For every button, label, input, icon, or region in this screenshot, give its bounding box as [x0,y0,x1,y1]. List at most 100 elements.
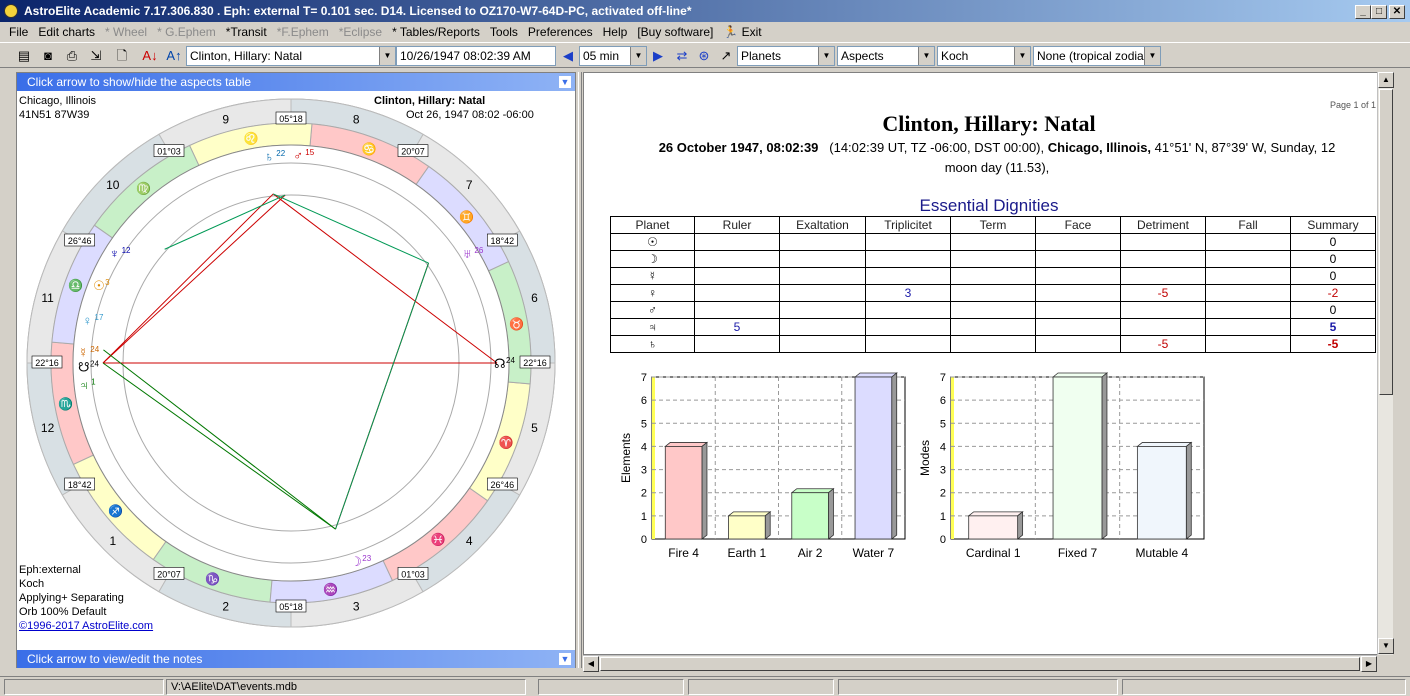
menu-edit-charts[interactable]: Edit charts [33,25,100,39]
panel-splitter[interactable] [578,72,582,668]
bar-top [790,488,835,494]
menu-help[interactable]: Help [598,25,633,39]
export-icon[interactable]: ⇲ [86,46,106,66]
new-document-icon[interactable]: 🗋 [112,46,132,66]
cusp-degree: 22°16 [35,358,59,368]
scroll-down-icon[interactable]: ▼ [1378,638,1394,654]
menu-buy-software[interactable]: [Buy software] [632,25,718,39]
menu-exit[interactable]: 🏃 Exit [718,25,766,39]
dignities-table: Planet Ruler Exaltation Triplicitet Term Face… [610,216,1376,353]
scroll-thumb[interactable] [1379,89,1393,395]
house-system-combo[interactable]: Koch ▼ [937,46,1031,66]
house-number: 7 [466,178,473,192]
scroll-up-icon[interactable]: ▲ [1378,72,1394,88]
bar [854,376,893,540]
house-number: 11 [41,291,54,305]
sun-glyph: ☉ [93,278,105,293]
zodiac-sign-glyph: ♏ [58,397,73,411]
chart-wheel[interactable]: 10 9 8 7 6 5 4 3 2 1 12 11 05°18 20°07 18°42 22°16 26°46… [17,91,577,651]
table-header-row: Planet Ruler Exaltation Triplicitet Term Face… [610,216,1376,234]
swap-arrows-icon[interactable]: ⇄ [672,46,692,66]
zodiac-value: None (tropical zodiac) [1037,49,1154,63]
print-icon[interactable]: ⎙ [62,46,82,66]
vertical-scrollbar[interactable]: ▲ ▼ [1377,72,1394,655]
step-back-arrow-icon[interactable]: ◀ [558,46,578,66]
chevron-down-icon[interactable]: ▼ [559,76,571,88]
scroll-right-icon[interactable]: ▶ [1361,656,1377,672]
chevron-down-icon[interactable]: ▼ [630,47,646,65]
table-cell [1120,250,1206,268]
house-number: 10 [106,178,120,192]
table-cell: -5 [1120,335,1206,353]
report-time: (14:02:39 UT, TZ -06:00, DST 00:00), [829,140,1045,155]
chevron-down-icon[interactable]: ▼ [918,47,934,65]
summary-cell: 0 [1290,301,1376,319]
table-cell [950,233,1036,251]
right-splitter[interactable] [1396,72,1406,668]
menu-tools[interactable]: Tools [485,25,523,39]
app-icon [4,4,18,18]
aspects-table-bar[interactable]: Click arrow to show/hide the aspects tab… [17,73,575,91]
menu-eclipse[interactable]: *Eclipse [334,25,387,39]
notes-bar[interactable]: Click arrow to view/edit the notes ▼ [17,650,575,668]
cusp-degree: 20°07 [157,569,181,579]
cusp-degree: 20°07 [401,147,425,157]
menu-g-ephem[interactable]: * G.Ephem [152,25,221,39]
chevron-down-icon[interactable]: ▼ [1144,47,1160,65]
menu-file[interactable]: File [4,25,33,39]
menu-f-ephem[interactable]: *F.Ephem [272,25,334,39]
copyright-link[interactable]: ©1996-2017 AstroElite.com [19,620,153,632]
aspects-combo[interactable]: Aspects ▼ [837,46,935,66]
status-pane-4 [688,679,834,695]
applying-info: Applying+ Separating [19,592,124,604]
close-button[interactable]: ✕ [1389,5,1405,19]
sort-descending-icon[interactable]: A↓ [140,46,160,66]
direction-icon[interactable]: ↗ [716,46,736,66]
mercury-glyph: ☿ [78,345,88,360]
step-combo[interactable]: 05 min ▼ [579,46,647,66]
menu-wheel[interactable]: * Wheel [100,25,152,39]
hscroll-thumb[interactable] [600,657,1360,671]
font-size-icon[interactable]: A↑ [164,46,184,66]
menu-transit[interactable]: *Transit [221,25,272,39]
chevron-down-icon[interactable]: ▼ [818,47,834,65]
table-cell [865,301,951,319]
camera-icon[interactable]: ◙ [38,46,58,66]
zodiac-combo[interactable]: None (tropical zodiac) ▼ [1033,46,1161,66]
window-title: AstroElite Academic 7.17.306.830 . Eph: … [24,4,692,18]
chevron-down-icon[interactable]: ▼ [379,47,395,65]
y-tick-label: 5 [940,418,946,430]
mars-degree: 15 [305,148,314,157]
chevron-down-icon[interactable]: ▼ [1014,47,1030,65]
step-value: 05 min [583,49,620,63]
chevron-down-icon[interactable]: ▼ [559,653,571,665]
x-tick-label: Water 7 [853,546,895,560]
aspects-bar-label: Click arrow to show/hide the aspects tab… [27,75,252,89]
step-forward-arrow-icon[interactable]: ▶ [648,46,668,66]
planet-glyph: ♄ [610,335,695,353]
wheel-icon[interactable]: ⊛ [694,46,714,66]
menu-preferences[interactable]: Preferences [523,25,598,39]
database-icon[interactable]: ▤ [14,46,34,66]
zodiac-sign-glyph: ♉ [509,317,524,331]
planets-value: Planets [741,49,782,63]
report-location: 41°51' N, 87°39' W, Sunday, 12 [1154,140,1336,155]
bar-top [967,511,1024,517]
planet-glyph: ☿ [610,267,695,285]
column-header: Planet [610,216,695,234]
table-cell: -5 [1120,284,1206,302]
chart-name-combo[interactable]: Clinton, Hillary: Natal ▼ [186,46,396,66]
page-indicator: Page 1 of 1 [1330,100,1377,110]
minimize-button[interactable]: _ [1355,5,1371,19]
horizontal-scrollbar[interactable]: ◀ ▶ [583,655,1377,672]
planets-combo[interactable]: Planets ▼ [737,46,835,66]
table-cell [1035,284,1121,302]
summary-cell: 5 [1290,318,1376,336]
menu-tables-reports[interactable]: * Tables/Reports [387,25,485,39]
summary-cell: 0 [1290,267,1376,285]
datetime-field[interactable]: 10/26/1947 08:02:39 AM [396,46,556,66]
column-header: Fall [1205,216,1291,234]
maximize-button[interactable]: □ [1371,5,1387,19]
scroll-left-icon[interactable]: ◀ [583,656,599,672]
left-splitter[interactable] [5,72,13,668]
